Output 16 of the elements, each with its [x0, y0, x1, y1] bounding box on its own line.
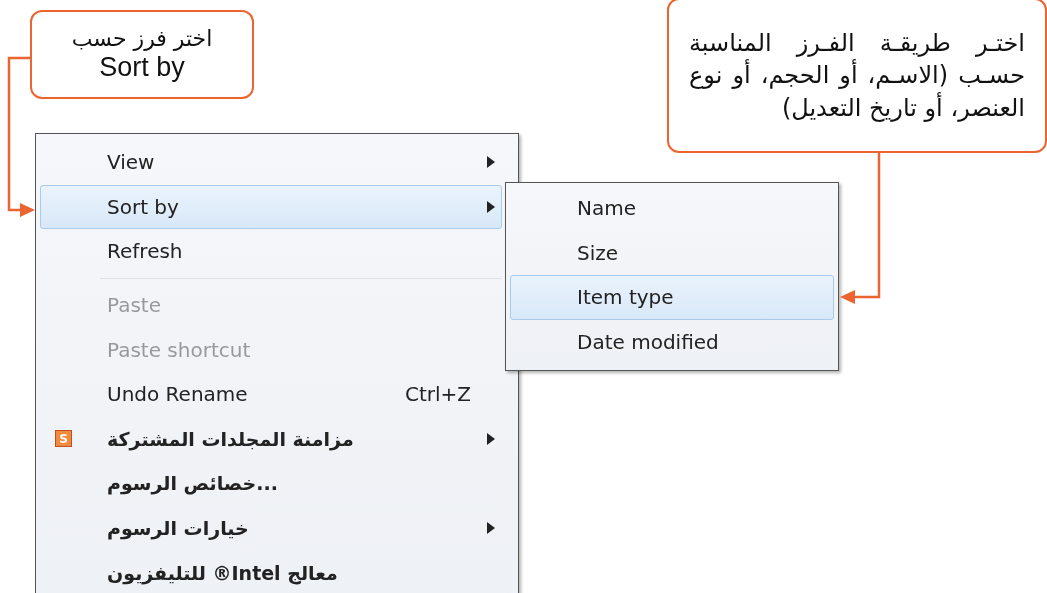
menu-item[interactable]: Sort by: [40, 184, 502, 230]
app-icon: S: [55, 430, 72, 448]
menu-item[interactable]: خيارات الرسوم: [40, 505, 502, 551]
callout-text: اختر فرز حسب: [71, 26, 213, 53]
menu-item[interactable]: Item type: [510, 275, 834, 320]
menu-item[interactable]: Undo Rename Ctrl+Z: [40, 371, 502, 417]
menu-item[interactable]: View: [40, 140, 502, 185]
menu-item[interactable]: Size: [510, 230, 834, 276]
shortcut-text: Ctrl+Z: [405, 382, 472, 407]
callout-text: اختـر طريقـة الفـرز المناسبة حسـب (الاسـم، أو الحجم، أو نوع العنصر، أو تاريخ التعديل): [689, 27, 1025, 124]
menu-item[interactable]: معالج Intel® للتليفزيون: [40, 550, 502, 593]
menu-item[interactable]: Name: [510, 186, 834, 231]
menu-item[interactable]: Refresh: [40, 229, 502, 274]
menu-item[interactable]: ...خصائص الرسوم: [40, 461, 502, 506]
callout-text: Sort by: [99, 52, 185, 83]
menu-item[interactable]: Date modified: [510, 319, 834, 365]
